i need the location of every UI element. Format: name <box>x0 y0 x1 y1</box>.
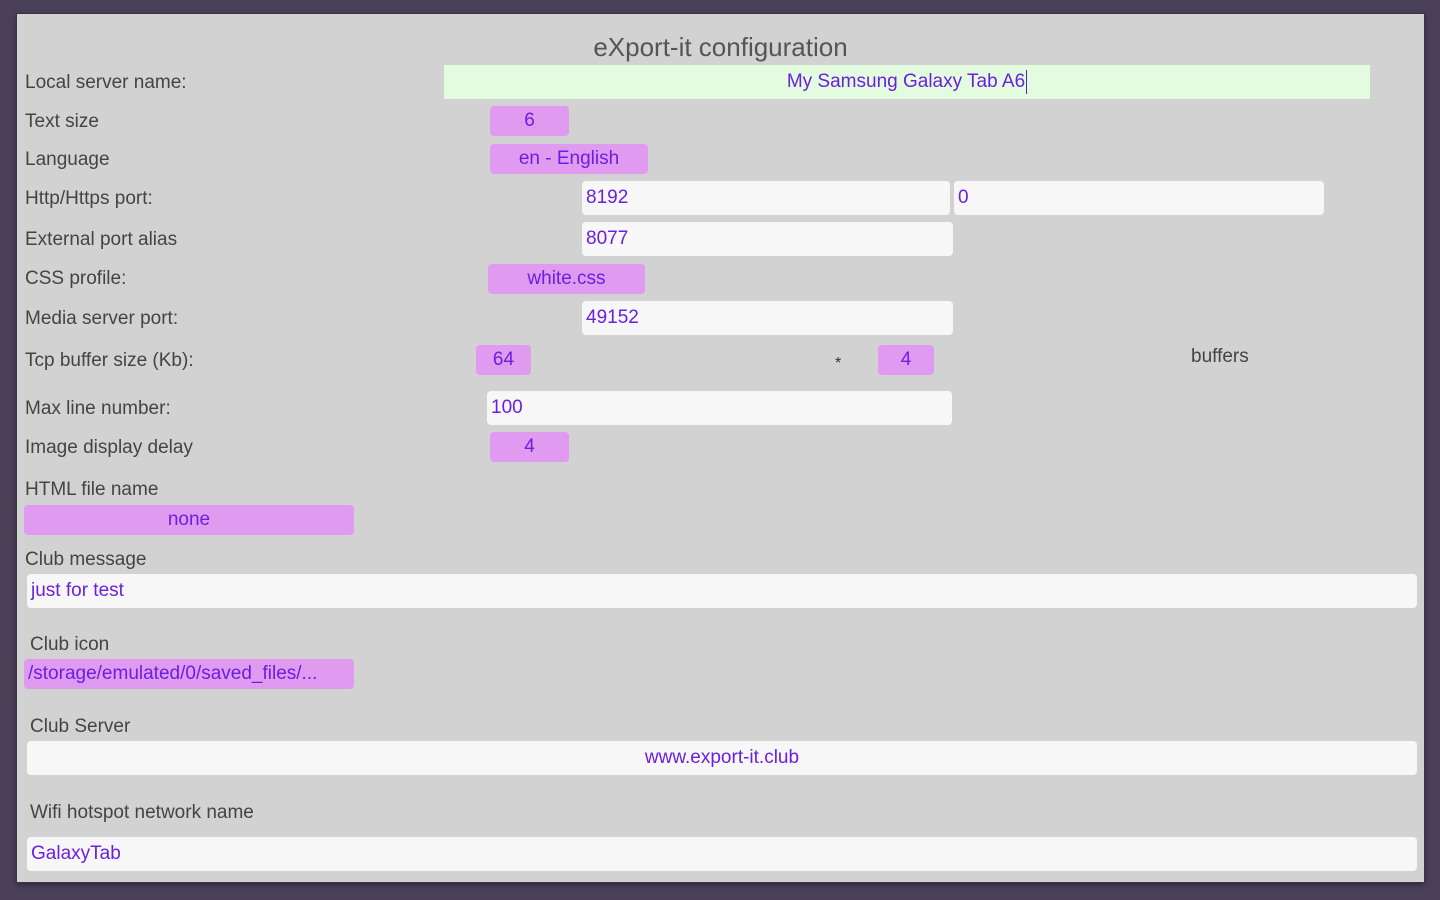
https-port-input[interactable]: 0 <box>954 181 1324 215</box>
club-message-input[interactable]: just for test <box>27 574 1417 608</box>
club-icon-selector[interactable]: /storage/emulated/0/saved_files/... <box>24 659 354 689</box>
wifi-hotspot-input[interactable]: GalaxyTab <box>27 837 1417 871</box>
external-port-alias-input[interactable]: 8077 <box>582 222 953 256</box>
configuration-dialog: eXport-it configuration Local server nam… <box>17 14 1424 882</box>
dialog-title: eXport-it configuration <box>593 32 848 62</box>
text-size-spinner[interactable]: 6 <box>490 106 569 136</box>
multiply-sign: * <box>835 355 842 372</box>
tcp-buffer-count-spinner[interactable]: 4 <box>878 345 934 375</box>
html-file-name-label: HTML file name <box>25 479 159 500</box>
http-port-input[interactable]: 8192 <box>582 181 950 215</box>
local-server-name-label: Local server name: <box>25 72 187 93</box>
max-line-number-label: Max line number: <box>25 398 171 419</box>
text-cursor <box>1026 69 1028 94</box>
tcp-buffer-size-spinner[interactable]: 64 <box>476 345 531 375</box>
image-display-delay-label: Image display delay <box>25 437 193 458</box>
club-server-label: Club Server <box>30 716 131 737</box>
status-bar <box>0 0 1440 12</box>
media-server-port-label: Media server port: <box>25 308 179 329</box>
club-server-input[interactable]: www.export-it.club <box>27 741 1417 775</box>
css-profile-spinner[interactable]: white.css <box>488 264 645 294</box>
local-server-name-input[interactable]: My Samsung Galaxy Tab A6 <box>444 65 1370 99</box>
http-port-label: Http/Https port: <box>25 188 153 209</box>
text-size-label: Text size <box>25 111 99 132</box>
css-profile-label: CSS profile: <box>25 268 127 289</box>
tcp-buffer-size-label: Tcp buffer size (Kb): <box>25 350 194 371</box>
wifi-hotspot-label: Wifi hotspot network name <box>30 802 254 823</box>
max-line-number-input[interactable]: 100 <box>487 391 952 425</box>
language-spinner[interactable]: en - English <box>490 144 648 174</box>
club-icon-label: Club icon <box>30 634 110 655</box>
language-label: Language <box>25 149 110 170</box>
external-port-alias-label: External port alias <box>25 229 178 250</box>
html-file-name-spinner[interactable]: none <box>24 505 354 535</box>
club-message-label: Club message <box>25 549 147 570</box>
buffers-label: buffers <box>1191 346 1249 367</box>
image-display-delay-spinner[interactable]: 4 <box>490 432 569 462</box>
media-server-port-input[interactable]: 49152 <box>582 301 953 335</box>
local-server-name-value: My Samsung Galaxy Tab A6 <box>786 71 1026 92</box>
